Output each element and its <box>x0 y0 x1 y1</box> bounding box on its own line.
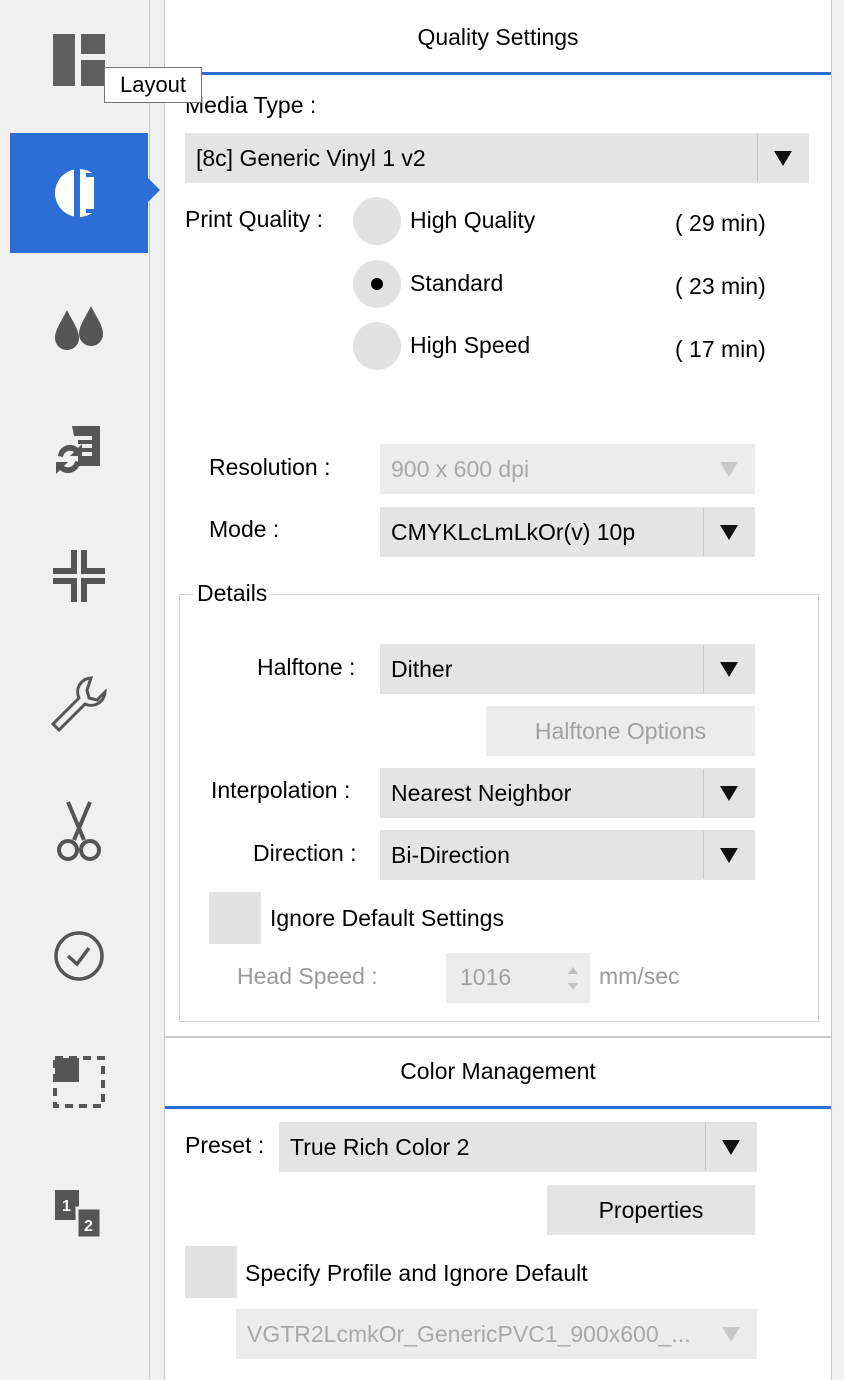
standard-label: Standard <box>410 270 504 296</box>
document-refresh-icon <box>56 426 100 474</box>
ignore-default-label: Ignore Default Settings <box>270 905 504 931</box>
ink-drops-icon <box>55 306 103 350</box>
print-quality-label: Print Quality : <box>185 206 324 232</box>
preset-select[interactable]: True Rich Color 2 <box>279 1122 757 1172</box>
halftone-select[interactable]: Dither <box>380 644 755 694</box>
sidebar-item-crop[interactable] <box>10 516 148 636</box>
sidebar-item-area[interactable] <box>10 1022 148 1142</box>
sidebar-item-schedule[interactable] <box>10 896 148 1016</box>
sidebar-item-maintenance[interactable] <box>10 644 148 764</box>
radio-high-quality[interactable] <box>353 197 401 245</box>
settings-panel: Quality Settings Media Type : [8c] Gener… <box>164 0 832 1380</box>
halftone-options-button: Halftone Options <box>486 706 755 756</box>
sidebar-item-refresh[interactable] <box>10 390 148 510</box>
media-type-value: [8c] Generic Vinyl 1 v2 <box>196 145 426 171</box>
radio-selected-dot <box>371 278 383 290</box>
details-legend: Details <box>193 580 272 607</box>
sidebar: 1 2 <box>10 0 150 1380</box>
sidebar-item-pages[interactable]: 1 2 <box>10 1154 148 1274</box>
radio-high-speed[interactable] <box>353 322 401 370</box>
mode-value: CMYKLcLmLkOr(v) 10p <box>391 519 636 545</box>
color-management-header: Color Management <box>165 1038 831 1109</box>
standard-time: ( 23 min) <box>675 273 766 299</box>
direction-value: Bi-Direction <box>391 842 510 868</box>
mode-select[interactable]: CMYKLcLmLkOr(v) 10p <box>380 507 755 557</box>
svg-text:2: 2 <box>84 1218 93 1235</box>
chevron-down-icon <box>720 461 738 477</box>
mode-dropdown-button[interactable] <box>703 508 754 556</box>
media-type-dropdown-button[interactable] <box>757 134 808 182</box>
interpolation-select[interactable]: Nearest Neighbor <box>380 768 755 818</box>
crop-marks-icon <box>53 550 105 602</box>
ignore-default-checkbox[interactable] <box>209 892 261 944</box>
active-indicator <box>148 178 160 202</box>
wrench-icon <box>50 676 107 733</box>
resolution-select: 900 x 600 dpi <box>380 444 755 494</box>
head-speed-spinner: 1016 <box>446 953 590 1003</box>
high-speed-time: ( 17 min) <box>675 336 766 362</box>
properties-button[interactable]: Properties <box>547 1185 755 1235</box>
chevron-down-icon <box>720 847 738 863</box>
sidebar-item-quality[interactable] <box>10 133 148 253</box>
tooltip: Layout <box>104 67 202 103</box>
chevron-down-icon <box>722 1139 740 1155</box>
direction-label: Direction : <box>253 840 357 866</box>
specify-profile-label: Specify Profile and Ignore Default <box>245 1260 588 1286</box>
high-speed-label: High Speed <box>410 332 531 358</box>
interpolation-label: Interpolation : <box>211 777 351 803</box>
direction-select[interactable]: Bi-Direction <box>380 830 755 880</box>
interpolation-dropdown-button[interactable] <box>703 769 754 817</box>
interpolation-value: Nearest Neighbor <box>391 780 572 806</box>
profile-dropdown-button <box>706 1310 756 1358</box>
preset-label: Preset : <box>185 1132 265 1158</box>
high-quality-time: ( 29 min) <box>675 210 766 236</box>
scissors-icon <box>57 801 101 861</box>
layout-icon <box>53 34 105 86</box>
resolution-dropdown-button <box>704 445 754 493</box>
spin-up-icon <box>568 967 578 974</box>
chevron-down-icon <box>720 524 738 540</box>
halftone-label: Halftone : <box>257 654 356 680</box>
spin-down-icon <box>568 983 578 990</box>
specify-profile-checkbox[interactable] <box>185 1246 237 1298</box>
halftone-value: Dither <box>391 656 453 682</box>
chevron-down-icon <box>720 785 738 801</box>
profile-value: VGTR2LcmkOr_GenericPVC1_900x600_... <box>247 1321 691 1347</box>
clock-icon <box>54 931 104 981</box>
quality-settings-icon <box>55 167 105 219</box>
preset-value: True Rich Color 2 <box>290 1134 470 1160</box>
direction-dropdown-button[interactable] <box>703 831 754 879</box>
chevron-down-icon <box>720 661 738 677</box>
selection-icon <box>53 1056 105 1108</box>
svg-text:1: 1 <box>62 1198 71 1215</box>
chevron-down-icon <box>722 1326 740 1342</box>
quality-settings-header: Quality Settings <box>165 4 831 75</box>
resolution-value: 900 x 600 dpi <box>391 456 530 482</box>
head-speed-value: 1016 <box>460 964 512 990</box>
resolution-label: Resolution : <box>209 454 331 480</box>
head-speed-unit: mm/sec <box>599 963 680 989</box>
high-quality-label: High Quality <box>410 207 536 233</box>
halftone-dropdown-button[interactable] <box>703 645 754 693</box>
sidebar-item-cutting[interactable] <box>10 770 148 890</box>
page-order-icon: 1 2 <box>55 1190 103 1240</box>
radio-standard[interactable] <box>353 260 401 308</box>
media-type-select[interactable]: [8c] Generic Vinyl 1 v2 <box>185 133 809 183</box>
media-type-label: Media Type : <box>185 92 317 118</box>
profile-select: VGTR2LcmkOr_GenericPVC1_900x600_... <box>236 1309 757 1359</box>
chevron-down-icon <box>774 150 792 166</box>
preset-dropdown-button[interactable] <box>705 1123 756 1171</box>
head-speed-label: Head Speed : <box>237 963 378 989</box>
mode-label: Mode : <box>209 516 280 542</box>
sidebar-item-ink[interactable] <box>10 266 148 386</box>
